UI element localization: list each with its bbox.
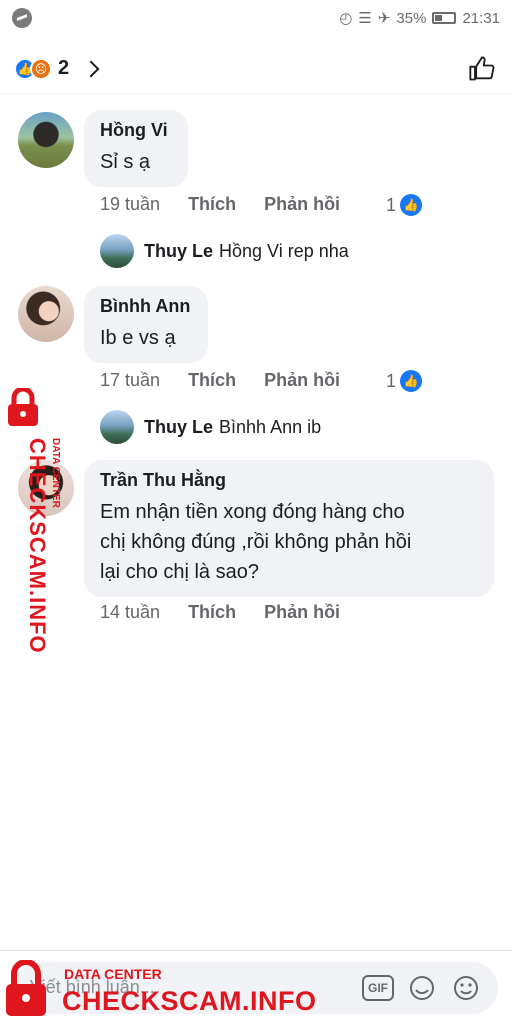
thumbs-up-icon[interactable] xyxy=(466,53,498,85)
reaction-count[interactable]: 2 xyxy=(58,57,69,80)
battery-percent: 35% xyxy=(396,9,427,27)
watermark-big-text: CHECKSCAM.INFO xyxy=(25,438,50,654)
reply-author[interactable]: Thuy Le xyxy=(144,417,213,438)
like-action[interactable]: Thích xyxy=(188,370,236,391)
comment-text-line: Em nhận tiền xong đóng hàng cho xyxy=(100,501,405,523)
messenger-icon xyxy=(12,8,32,28)
avatar[interactable] xyxy=(100,234,134,268)
comment-author[interactable]: Trần Thu Hằng xyxy=(100,470,478,491)
comment-time[interactable]: 17 tuần xyxy=(100,370,160,391)
comment-author[interactable]: Bìnhh Ann xyxy=(100,296,192,317)
reply-action[interactable]: Phản hồi xyxy=(264,370,340,391)
comment-like-count[interactable]: 1 👍 xyxy=(386,370,422,392)
comment-text-line: lại cho chị là sao? xyxy=(100,561,259,583)
comment-time[interactable]: 14 tuần xyxy=(100,602,160,623)
comment-author[interactable]: Hồng Vi xyxy=(100,120,172,141)
watermark-bottom: DATA CENTER CHECKSCAM.INFO xyxy=(0,958,316,1024)
avatar[interactable] xyxy=(18,112,74,168)
watermark-side: DATA CENTER CHECKSCAM.INFO xyxy=(2,388,61,654)
reactions-header: 👍 ☹ 2 xyxy=(0,44,512,94)
comment-text: Ib e vs ạ xyxy=(100,327,176,349)
like-icon: 👍 xyxy=(400,194,422,216)
reply-text: Hồng Vi rep nha xyxy=(219,240,349,261)
emoji-icon[interactable] xyxy=(450,972,482,1004)
reply-action[interactable]: Phản hồi xyxy=(264,602,340,623)
reply-text: Bìnhh Ann ib xyxy=(219,416,322,437)
comment-bubble: Trần Thu Hằng Em nhận tiền xong đóng hàn… xyxy=(84,460,494,597)
comment-like-count[interactable]: 1 👍 xyxy=(386,194,422,216)
comment-actions: 17 tuần Thích Phản hồi xyxy=(100,370,368,391)
chevron-right-icon[interactable] xyxy=(82,60,100,77)
reply-item: Thuy Le Bìnhh Ann ib xyxy=(100,410,321,444)
alarm-icon: ◴ xyxy=(339,10,353,27)
comment-actions: 14 tuần Thích Phản hồi xyxy=(100,602,368,623)
watermark-small-text: DATA CENTER xyxy=(50,438,61,508)
angry-icon[interactable]: ☹ xyxy=(30,57,52,80)
comment-text: Sỉ s ạ xyxy=(100,151,151,173)
airplane-icon: ✈ xyxy=(377,10,391,27)
reply-item: Thuy Le Hồng Vi rep nha xyxy=(100,234,349,268)
reply-action[interactable]: Phản hồi xyxy=(264,194,340,215)
lock-icon xyxy=(6,960,46,1016)
comment-bubble: Bìnhh Ann Ib e vs ạ xyxy=(84,286,208,363)
wifi-icon: ☰ xyxy=(358,10,372,27)
clock: 21:31 xyxy=(462,9,500,27)
like-action[interactable]: Thích xyxy=(188,194,236,215)
comment-bubble: Hồng Vi Sỉ s ạ xyxy=(84,110,188,187)
watermark-big-text: CHECKSCAM.INFO xyxy=(62,986,317,1016)
avatar[interactable] xyxy=(100,410,134,444)
watermark-small-text: DATA CENTER xyxy=(64,966,162,982)
avatar[interactable] xyxy=(18,286,74,342)
status-bar: ◴ ☰ ✈ 35% 21:31 xyxy=(0,0,512,36)
battery-icon xyxy=(432,12,457,24)
lock-icon xyxy=(8,388,38,426)
reply-author[interactable]: Thuy Le xyxy=(144,241,213,262)
like-action[interactable]: Thích xyxy=(188,602,236,623)
gif-icon[interactable]: GIF xyxy=(362,972,394,1004)
comment-time[interactable]: 19 tuần xyxy=(100,194,160,215)
sticker-icon[interactable] xyxy=(406,972,438,1004)
comment-actions: 19 tuần Thích Phản hồi xyxy=(100,194,368,215)
comment-text-line: chị không đúng ,rồi không phản hồi xyxy=(100,531,412,553)
like-icon: 👍 xyxy=(400,370,422,392)
